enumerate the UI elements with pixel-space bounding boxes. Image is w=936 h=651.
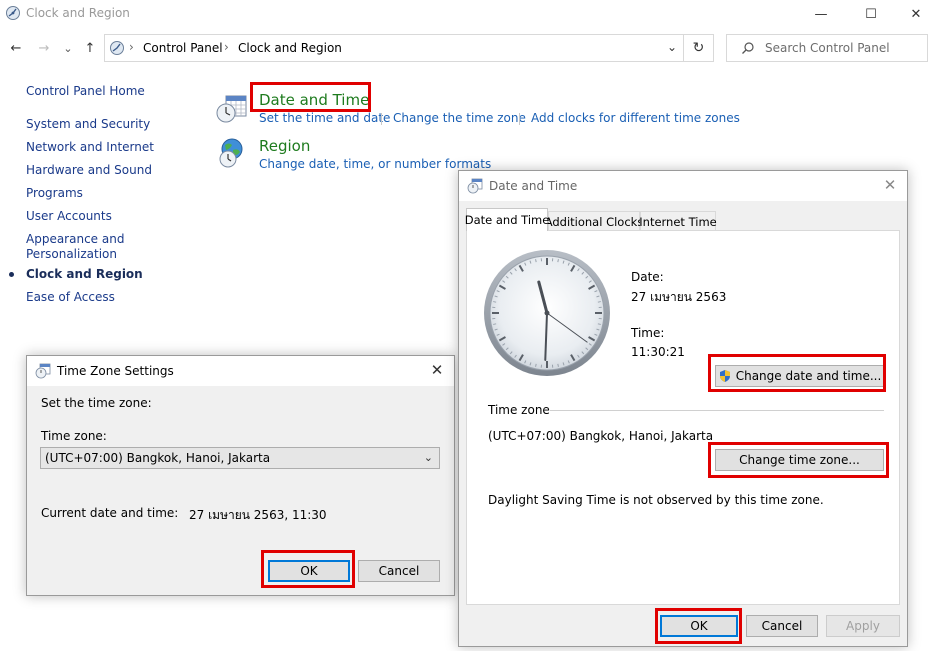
sidebar-item-user-accounts[interactable]: User Accounts [26, 209, 112, 224]
forward-button[interactable]: → [34, 38, 54, 58]
analog-clock [484, 250, 610, 376]
breadcrumb-separator: › [224, 40, 229, 54]
clock-minute-tick [557, 259, 559, 263]
date-and-time-icon [216, 95, 247, 123]
section-divider [550, 410, 884, 411]
up-button[interactable]: ↑ [80, 38, 100, 58]
add-clocks-link[interactable]: Add clocks for different time zones [531, 111, 740, 125]
time-value: 11:30:21 [631, 345, 685, 359]
cancel-button[interactable]: Cancel [358, 560, 440, 582]
search-box[interactable] [726, 34, 928, 62]
sidebar-item-control-panel-home[interactable]: Control Panel Home [26, 84, 145, 99]
date-value: 27 เมษายน 2563 [631, 290, 727, 304]
sidebar-item-clock-and-region[interactable]: Clock and Region [9, 267, 143, 282]
close-icon[interactable]: ✕ [428, 361, 446, 379]
time-zone-value: (UTC+07:00) Bangkok, Hanoi, Jakarta [488, 429, 714, 443]
tab-additional-clocks[interactable]: Additional Clocks [545, 211, 643, 231]
region-heading[interactable]: Region [259, 137, 310, 155]
control-panel-icon [6, 6, 20, 20]
dialog-title: Date and Time [489, 179, 578, 193]
title-bar: Clock and Region — ☐ ✕ [0, 0, 936, 28]
time-label: Time: [631, 326, 665, 340]
cancel-button[interactable]: Cancel [746, 615, 818, 637]
time-zone-section-label: Time zone [488, 403, 550, 417]
dst-note: Daylight Saving Time is not observed by … [488, 493, 824, 507]
change-time-zone-link[interactable]: Change the time zone [393, 111, 526, 125]
sidebar-item-personalization[interactable]: Personalization [26, 247, 117, 262]
sidebar-item-ease-of-access[interactable]: Ease of Access [26, 290, 115, 305]
date-and-time-icon [35, 363, 51, 379]
link-separator [519, 113, 520, 125]
date-label: Date: [631, 270, 664, 284]
address-bar[interactable]: › Control Panel › Clock and Region ⌄ [104, 34, 684, 62]
recent-locations-button[interactable]: ⌄ [58, 38, 78, 58]
sidebar-item-network-and-internet[interactable]: Network and Internet [26, 140, 154, 155]
current-page-bullet [9, 272, 14, 277]
change-time-zone-button[interactable]: Change time zone... [715, 449, 884, 471]
date-and-time-icon [467, 178, 483, 194]
clock-minute-tick [597, 323, 601, 325]
sidebar-item-hardware-and-sound[interactable]: Hardware and Sound [26, 163, 152, 178]
date-and-time-heading[interactable]: Date and Time [259, 91, 369, 109]
clock-minute-tick [535, 259, 537, 263]
region-globe-icon [219, 138, 243, 168]
date-and-time-dialog: Date and Time ✕ Date and Time Additional… [458, 170, 908, 647]
current-date-time-value: 27 เมษายน 2563, 11:30 [189, 508, 327, 522]
tab-internet-time[interactable]: Internet Time [639, 211, 717, 231]
dialog-title-bar: Date and Time ✕ [459, 171, 907, 201]
breadcrumb-separator: › [129, 40, 134, 54]
sidebar-item-appearance[interactable]: Appearance and [26, 232, 124, 247]
change-formats-link[interactable]: Change date, time, or number formats [259, 157, 491, 171]
time-zone-value: (UTC+07:00) Bangkok, Hanoi, Jakarta [45, 451, 271, 465]
window-title: Clock and Region [26, 6, 130, 20]
close-icon[interactable]: ✕ [881, 176, 899, 194]
set-time-zone-label: Set the time zone: [41, 396, 152, 410]
time-zone-select[interactable]: (UTC+07:00) Bangkok, Hanoi, Jakarta ⌄ [40, 447, 440, 469]
maximize-button[interactable]: ☐ [848, 0, 894, 28]
minimize-button[interactable]: — [798, 0, 844, 28]
breadcrumb-clock-and-region[interactable]: Clock and Region [238, 41, 342, 55]
sidebar-item-label: Clock and Region [26, 267, 143, 281]
dialog-title-bar: Time Zone Settings ✕ [27, 356, 454, 386]
clock-minute-tick [493, 323, 497, 325]
ok-button[interactable]: OK [268, 560, 350, 582]
sidebar-item-programs[interactable]: Programs [26, 186, 83, 201]
set-time-and-date-link[interactable]: Set the time and date [259, 111, 390, 125]
close-button[interactable]: ✕ [893, 0, 936, 28]
refresh-button[interactable]: ↻ [684, 34, 714, 62]
control-panel-icon [110, 41, 124, 55]
time-zone-label: Time zone: [41, 429, 107, 443]
address-dropdown-icon[interactable]: ⌄ [667, 40, 677, 54]
uac-shield-icon [719, 370, 730, 382]
clock-minute-tick [557, 363, 559, 367]
sidebar-item-system-and-security[interactable]: System and Security [26, 117, 150, 132]
search-input[interactable] [765, 40, 915, 56]
change-date-and-time-button[interactable]: Change date and time... [715, 365, 884, 387]
link-separator [381, 113, 382, 125]
tab-panel: Date: 27 เมษายน 2563 Time: 11:30:21 Chan… [466, 230, 900, 605]
time-zone-settings-dialog: Time Zone Settings ✕ Set the time zone: … [26, 355, 455, 596]
tab-date-and-time[interactable]: Date and Time [465, 208, 549, 231]
current-date-time-label: Current date and time: [41, 506, 179, 520]
apply-button[interactable]: Apply [826, 615, 900, 637]
search-icon [742, 42, 754, 54]
clock-minute-tick [535, 363, 537, 367]
ok-button[interactable]: OK [660, 615, 738, 637]
change-date-and-time-label: Change date and time... [735, 369, 882, 383]
clock-center [544, 310, 550, 316]
back-button[interactable]: ← [6, 38, 26, 58]
clock-minute-tick [597, 301, 601, 303]
clock-minute-tick [493, 301, 497, 303]
breadcrumb-control-panel[interactable]: Control Panel [143, 41, 223, 55]
chevron-down-icon: ⌄ [423, 451, 433, 464]
dialog-title: Time Zone Settings [57, 364, 174, 378]
